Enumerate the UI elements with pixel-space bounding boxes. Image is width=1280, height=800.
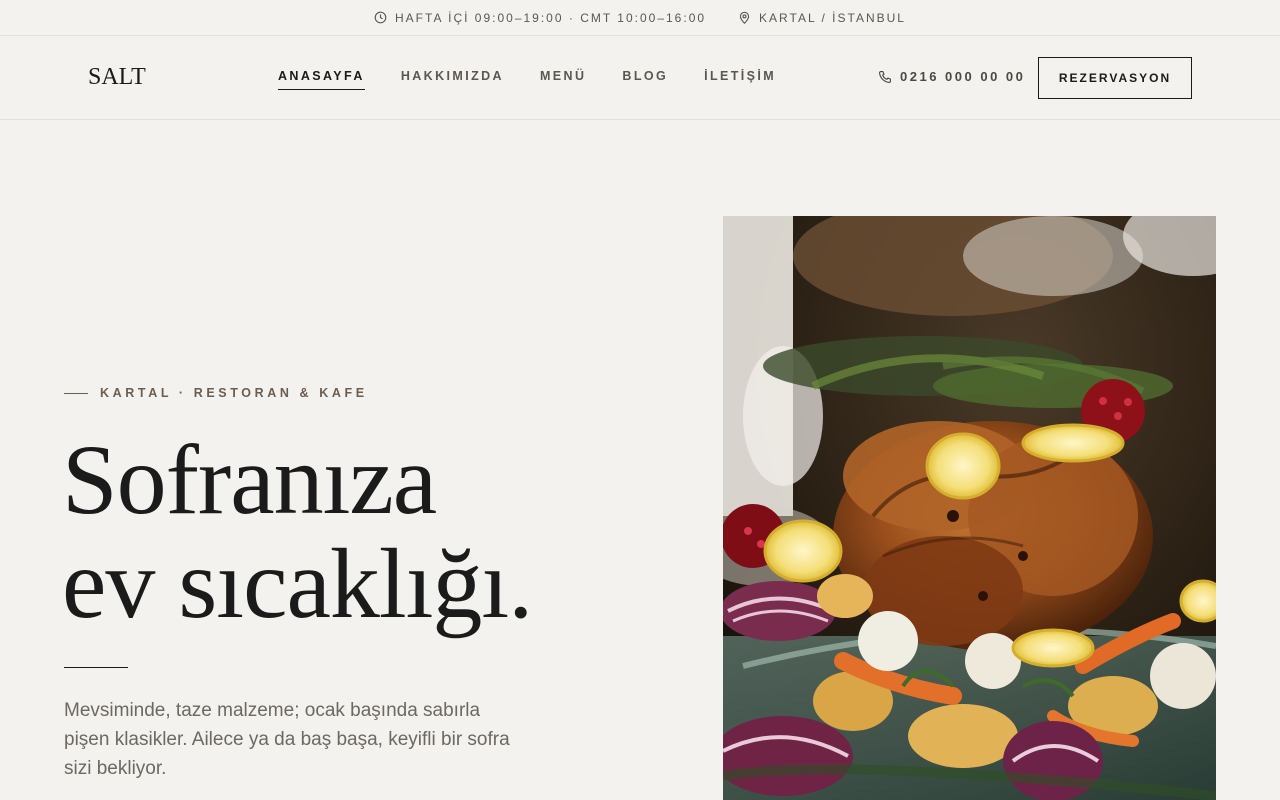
location-text: KARTAL / İSTANBUL — [759, 10, 906, 25]
main-nav: ANASAYFA HAKKIMIZDA MENÜ BLOG İLETİŞİM — [278, 69, 812, 90]
eyebrow-line — [64, 392, 88, 394]
opening-hours: HAFTA İÇİ 09:00–19:00 · CMT 10:00–16:00 — [374, 11, 706, 25]
phone-link[interactable]: 0216 000 00 00 — [878, 69, 1025, 84]
reservation-button[interactable]: REZERVASYON — [1038, 57, 1192, 99]
hero-divider — [64, 667, 128, 668]
location-info: KARTAL / İSTANBUL — [738, 11, 906, 25]
map-pin-icon — [739, 11, 750, 24]
nav-item-anasayfa[interactable]: ANASAYFA — [278, 69, 365, 90]
eyebrow-text: KARTAL · RESTORAN & KAFE — [100, 386, 368, 400]
hero-title-line-2: ev sıcaklığı. — [62, 528, 533, 639]
site-logo[interactable]: SALT — [88, 64, 146, 91]
hero-title-line-1: Sofranıza — [62, 424, 437, 535]
nav-item-hakkimizda[interactable]: HAKKIMIZDA — [401, 69, 504, 90]
site-header: SALT ANASAYFA HAKKIMIZDA MENÜ BLOG İLETİ… — [0, 37, 1280, 120]
nav-item-blog[interactable]: BLOG — [622, 69, 668, 90]
nav-item-menu[interactable]: MENÜ — [540, 69, 586, 90]
hero-description: Mevsiminde, taze malzeme; ocak başında s… — [64, 700, 510, 779]
hero-food-photo — [723, 216, 1216, 800]
phone-icon — [879, 70, 891, 83]
roast-chicken-illustration — [723, 216, 1216, 800]
clock-icon — [374, 11, 387, 24]
nav-item-iletisim[interactable]: İLETİŞİM — [704, 69, 776, 90]
hero-eyebrow: KARTAL · RESTORAN & KAFE — [64, 386, 368, 400]
opening-hours-text: HAFTA İÇİ 09:00–19:00 · CMT 10:00–16:00 — [395, 10, 707, 25]
top-info-bar: HAFTA İÇİ 09:00–19:00 · CMT 10:00–16:00 … — [0, 0, 1280, 36]
hero-title: Sofranıza ev sıcaklığı. — [62, 424, 533, 639]
phone-number: 0216 000 00 00 — [900, 69, 1026, 84]
